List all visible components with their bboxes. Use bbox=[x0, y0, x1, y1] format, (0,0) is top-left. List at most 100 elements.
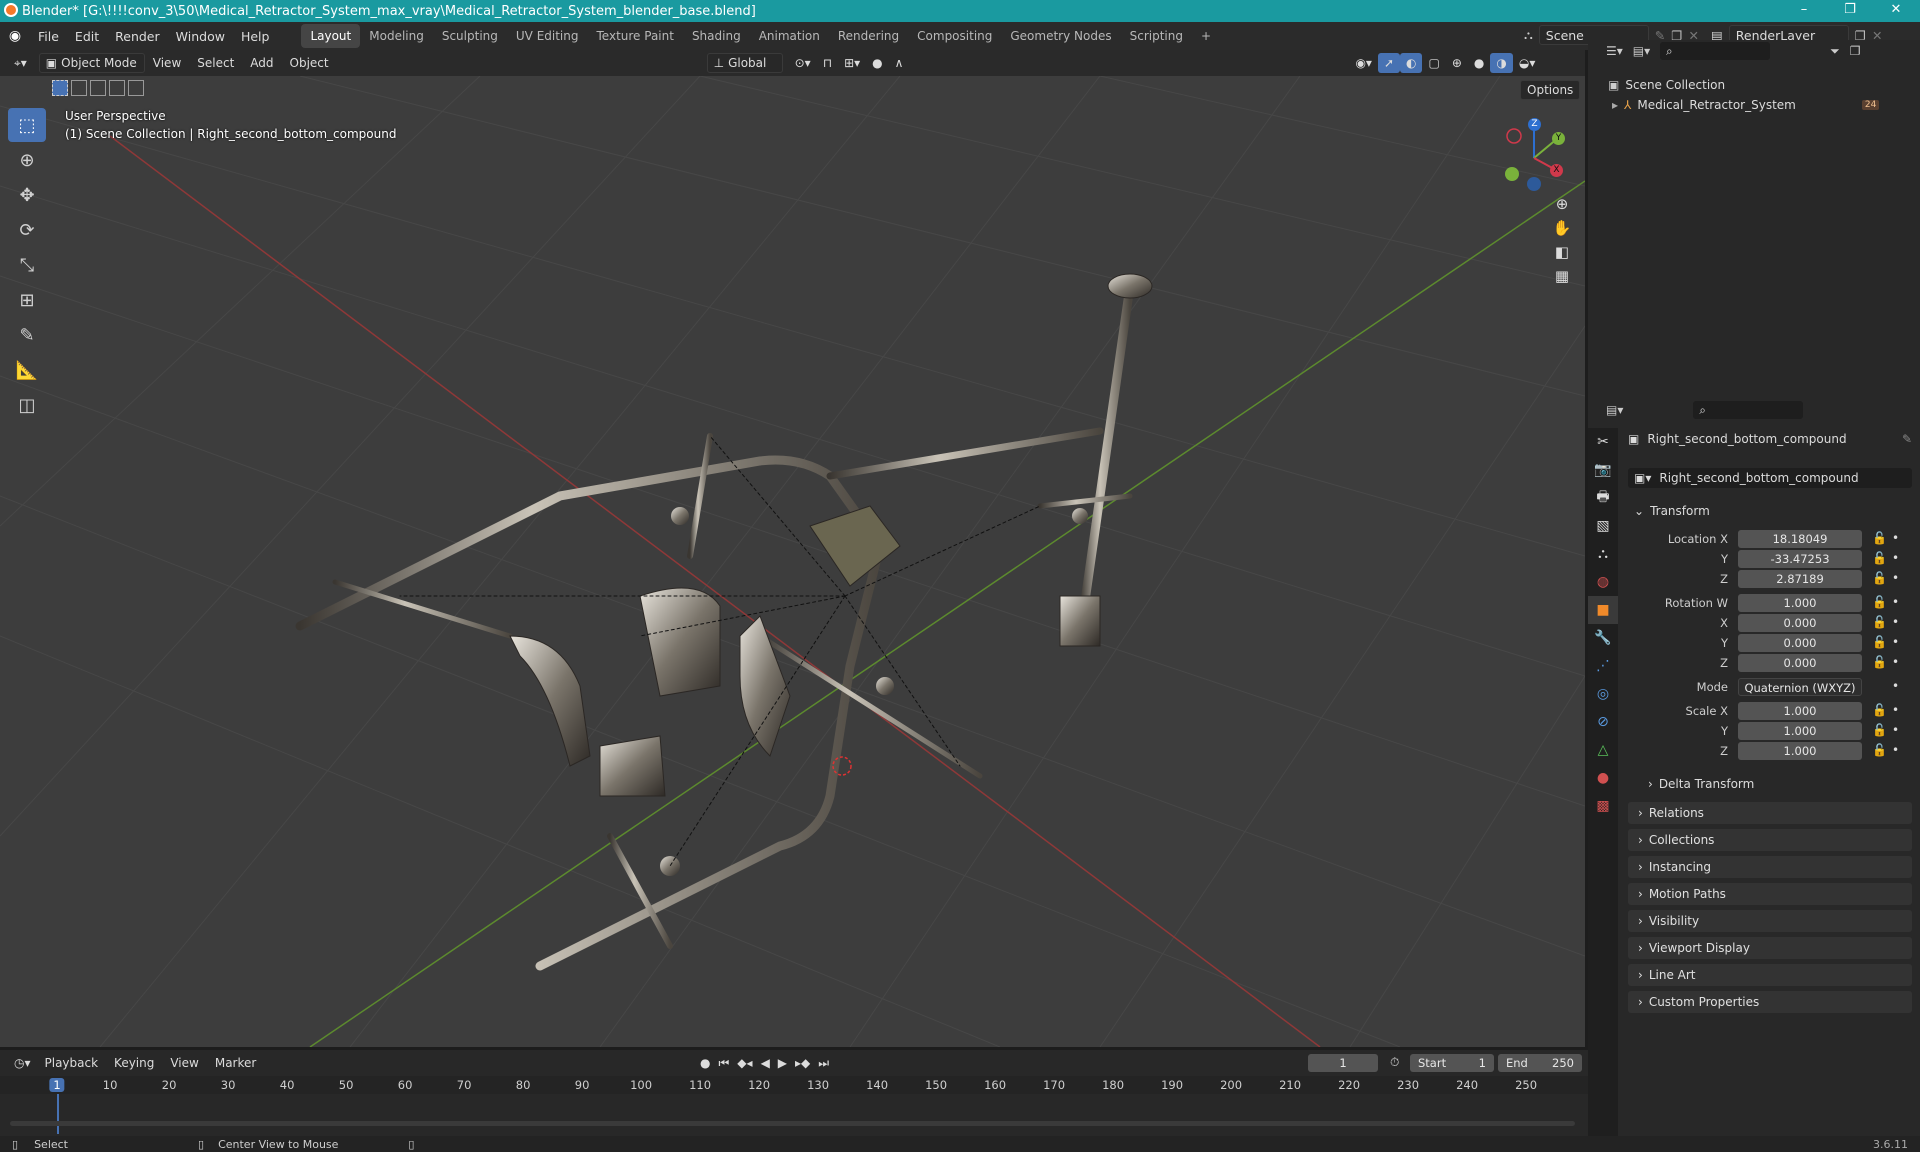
playhead[interactable] bbox=[57, 1094, 59, 1134]
lock-icon[interactable]: 🔓 bbox=[1872, 703, 1887, 717]
select-intersect-icon[interactable] bbox=[128, 80, 144, 96]
rotation-z-field[interactable]: 0.000 bbox=[1738, 654, 1862, 672]
keyframe-dot-icon[interactable]: • bbox=[1892, 635, 1899, 649]
editor-type-icon[interactable]: ⌖▾ bbox=[8, 53, 33, 73]
snap-target-icon[interactable]: ⊞▾ bbox=[838, 53, 866, 73]
proportional-edit-icon[interactable]: ● bbox=[866, 53, 888, 73]
play-reverse-icon[interactable]: ◀ bbox=[761, 1056, 770, 1070]
keyframe-dot-icon[interactable]: • bbox=[1892, 703, 1899, 717]
gizmo-y-axis[interactable]: Y bbox=[1552, 132, 1565, 145]
delta-transform-subpanel[interactable]: › Delta Transform bbox=[1628, 772, 1912, 796]
keyframe-dot-icon[interactable]: • bbox=[1892, 615, 1899, 629]
lock-icon[interactable]: 🔓 bbox=[1872, 571, 1887, 585]
measure-tool-icon[interactable]: 📐 bbox=[8, 353, 46, 387]
world-tab-icon[interactable]: ◍ bbox=[1588, 568, 1618, 596]
current-frame-field[interactable]: 1 bbox=[1308, 1054, 1378, 1072]
jump-start-icon[interactable]: ⏮ bbox=[718, 1056, 729, 1071]
close-button[interactable]: ✕ bbox=[1873, 0, 1919, 22]
outliner-editor-icon[interactable]: ☰▾ bbox=[1606, 44, 1623, 58]
overlay-toggle-icon[interactable]: ◐ bbox=[1400, 53, 1423, 73]
constraints-tab-icon[interactable]: ⊘ bbox=[1588, 708, 1618, 736]
transform-tool-icon[interactable]: ⊞ bbox=[8, 283, 46, 317]
menu-add[interactable]: Add bbox=[242, 56, 281, 70]
menu-view[interactable]: View bbox=[145, 56, 189, 70]
tab-compositing[interactable]: Compositing bbox=[908, 24, 1001, 48]
tab-scripting[interactable]: Scripting bbox=[1121, 24, 1192, 48]
select-invert-icon[interactable] bbox=[109, 80, 125, 96]
object-tab-icon[interactable]: ■ bbox=[1588, 596, 1618, 624]
scene-tab-icon[interactable]: ⛬ bbox=[1588, 540, 1618, 568]
rotation-y-field[interactable]: 0.000 bbox=[1738, 634, 1862, 652]
physics-tab-icon[interactable]: ◎ bbox=[1588, 680, 1618, 708]
keyframe-dot-icon[interactable]: • bbox=[1892, 531, 1899, 545]
keyframe-dot-icon[interactable]: • bbox=[1892, 595, 1899, 609]
rotation-mode-select[interactable]: Quaternion (WXYZ) bbox=[1738, 678, 1862, 696]
tab-uv-editing[interactable]: UV Editing bbox=[507, 24, 588, 48]
3d-viewport[interactable]: User Perspective (1) Scene Collection | … bbox=[0, 76, 1585, 1047]
particles-tab-icon[interactable]: ⋰ bbox=[1588, 652, 1618, 680]
menu-timeline-view[interactable]: View bbox=[162, 1056, 206, 1070]
viewport-display-panel[interactable]: › Viewport Display bbox=[1628, 937, 1912, 959]
menu-file[interactable]: File bbox=[30, 29, 67, 44]
xray-icon[interactable]: ▢ bbox=[1422, 53, 1445, 73]
outliner-item[interactable]: ▸ ⅄ Medical_Retractor_System 24 👁 ◘ bbox=[1612, 98, 1912, 112]
location-z-field[interactable]: 2.87189 bbox=[1738, 570, 1862, 588]
collections-panel[interactable]: › Collections bbox=[1628, 829, 1912, 851]
pin-icon[interactable]: ✎ bbox=[1902, 432, 1912, 446]
properties-editor-icon[interactable]: ▤▾ bbox=[1606, 403, 1623, 417]
outliner-display-mode-icon[interactable]: ▤▾ bbox=[1633, 44, 1650, 58]
modifier-tab-icon[interactable]: 🔧 bbox=[1588, 624, 1618, 652]
scene-icon[interactable]: ⛬ bbox=[1524, 27, 1533, 43]
pan-hand-icon[interactable]: ✋ bbox=[1550, 216, 1574, 240]
scale-x-field[interactable]: 1.000 bbox=[1738, 702, 1862, 720]
select-extend-icon[interactable] bbox=[71, 80, 87, 96]
tab-rendering[interactable]: Rendering bbox=[829, 24, 908, 48]
solid-shading-icon[interactable]: ● bbox=[1468, 53, 1490, 73]
instancing-panel[interactable]: › Instancing bbox=[1628, 856, 1912, 878]
jump-end-icon[interactable]: ⏭ bbox=[818, 1056, 829, 1071]
custom-properties-panel[interactable]: › Custom Properties bbox=[1628, 991, 1912, 1013]
transform-panel-header[interactable]: ⌄ Transform bbox=[1628, 500, 1912, 522]
start-frame-field[interactable]: Start 1 bbox=[1410, 1054, 1494, 1072]
scale-tool-icon[interactable]: ⤡ bbox=[8, 248, 46, 282]
rendered-shading-icon[interactable]: ◒▾ bbox=[1513, 53, 1542, 73]
properties-search-field[interactable]: ⌕ bbox=[1693, 401, 1804, 419]
rotate-tool-icon[interactable]: ⟳ bbox=[8, 213, 46, 247]
material-tab-icon[interactable]: ● bbox=[1588, 764, 1618, 792]
annotate-tool-icon[interactable]: ✎ bbox=[8, 318, 46, 352]
lock-icon[interactable]: 🔓 bbox=[1872, 531, 1887, 545]
tab-shading[interactable]: Shading bbox=[683, 24, 750, 48]
zoom-icon[interactable]: ⊕ bbox=[1550, 192, 1574, 216]
render-tab-icon[interactable]: 📷 bbox=[1588, 456, 1618, 484]
gizmo-x-axis[interactable]: X bbox=[1550, 164, 1563, 177]
move-tool-icon[interactable]: ✥ bbox=[8, 178, 46, 212]
outliner-search-field[interactable]: ⌕ bbox=[1660, 42, 1771, 60]
relations-panel[interactable]: › Relations bbox=[1628, 802, 1912, 824]
lock-icon[interactable]: 🔓 bbox=[1872, 655, 1887, 669]
lock-icon[interactable]: 🔓 bbox=[1872, 723, 1887, 737]
blender-menu-icon[interactable]: ◉ bbox=[0, 28, 30, 44]
material-shading-icon[interactable]: ◑ bbox=[1490, 53, 1513, 73]
orientation-selector[interactable]: ⊥ Global bbox=[706, 53, 783, 73]
play-icon[interactable]: ▶ bbox=[778, 1056, 787, 1070]
minimize-button[interactable]: – bbox=[1781, 0, 1827, 22]
expand-arrow-icon[interactable]: ▸ bbox=[1612, 98, 1618, 112]
object-datablock-field[interactable]: ▣▾ Right_second_bottom_compound bbox=[1628, 468, 1912, 488]
camera-view-icon[interactable]: ◧ bbox=[1550, 240, 1574, 264]
scale-z-field[interactable]: 1.000 bbox=[1738, 742, 1862, 760]
menu-render[interactable]: Render bbox=[107, 29, 168, 44]
cursor-tool-icon[interactable]: ⊕ bbox=[8, 143, 46, 177]
keyframe-dot-icon[interactable]: • bbox=[1892, 743, 1899, 757]
end-frame-field[interactable]: End 250 bbox=[1498, 1054, 1582, 1072]
options-button[interactable]: Options bbox=[1520, 80, 1581, 100]
record-icon[interactable]: ● bbox=[700, 1056, 710, 1070]
gizmo-toggle-icon[interactable]: ➚ bbox=[1377, 53, 1400, 73]
visibility-icon[interactable]: ◉▾ bbox=[1349, 53, 1378, 73]
lock-icon[interactable]: 🔓 bbox=[1872, 595, 1887, 609]
line-art-panel[interactable]: › Line Art bbox=[1628, 964, 1912, 986]
menu-playback[interactable]: Playback bbox=[37, 1056, 107, 1070]
gizmo-z-axis[interactable]: Z bbox=[1528, 118, 1541, 131]
outliner-root-row[interactable]: ▣ Scene Collection bbox=[1608, 78, 1725, 92]
perspective-toggle-icon[interactable]: ▦ bbox=[1550, 264, 1574, 288]
object-data-tab-icon[interactable]: △ bbox=[1588, 736, 1618, 764]
